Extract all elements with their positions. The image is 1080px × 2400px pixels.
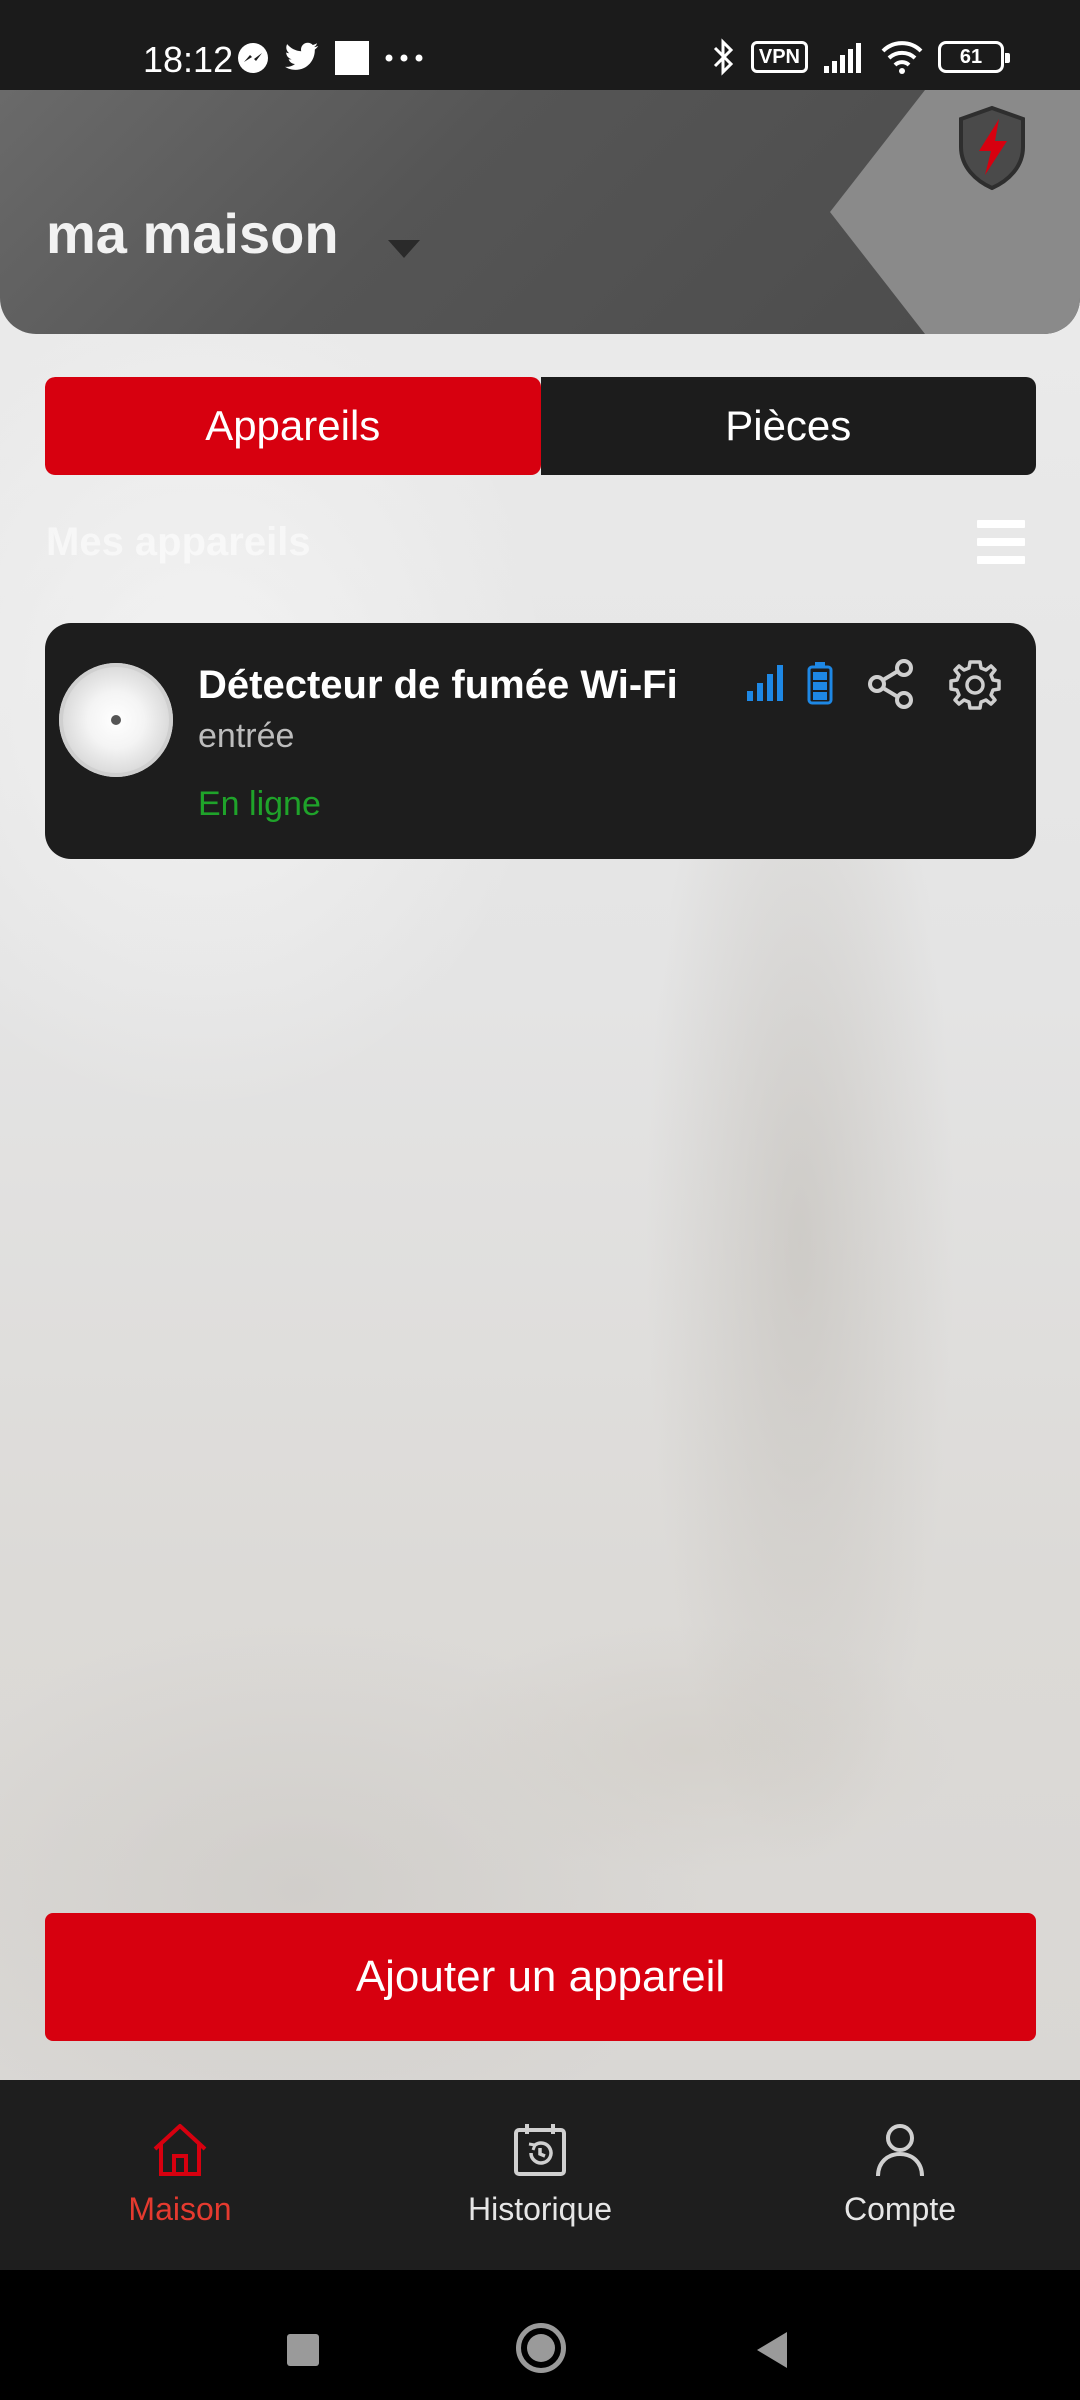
bluetooth-icon	[711, 38, 737, 76]
settings-gear-icon[interactable]	[948, 658, 1002, 717]
chevron-down-icon[interactable]	[388, 240, 420, 258]
history-calendar-icon	[511, 2122, 569, 2183]
bottom-navigation: Maison Historique Compte	[0, 2080, 1080, 2270]
nav-maison[interactable]: Maison	[0, 2080, 360, 2270]
messenger-icon	[236, 41, 270, 75]
home-icon	[151, 2122, 209, 2183]
status-time: 18:12	[143, 39, 234, 80]
tab-pieces[interactable]: Pièces	[540, 377, 1036, 475]
battery-icon: 61	[938, 41, 1010, 73]
more-dots-icon	[384, 53, 424, 63]
vpn-icon: VPN	[750, 41, 808, 73]
home-header: ma maison	[0, 90, 1080, 334]
nav-compte[interactable]: Compte	[720, 2080, 1080, 2270]
battery-level-icon	[807, 661, 833, 710]
notification-icons	[236, 40, 424, 76]
menu-bar	[977, 538, 1025, 546]
device-status: En ligne	[198, 785, 321, 823]
person-icon	[871, 2122, 929, 2183]
share-icon[interactable]	[867, 659, 915, 714]
menu-bar	[977, 520, 1025, 528]
device-room: entrée	[198, 717, 295, 755]
nav-label-maison: Maison	[128, 2191, 232, 2227]
cell-signal-icon	[822, 40, 866, 74]
list-menu-button[interactable]	[977, 520, 1025, 564]
signal-strength-icon	[745, 663, 785, 708]
wifi-icon	[880, 39, 924, 75]
system-status-icons: VPN 61	[711, 38, 1010, 76]
shield-lightning-icon	[955, 105, 1029, 196]
tab-appareils[interactable]: Appareils	[45, 377, 541, 475]
nav-label-compte: Compte	[843, 2191, 957, 2227]
section-title: Mes appareils	[46, 520, 311, 564]
square-notification-icon	[334, 40, 370, 76]
system-navigation-bar	[0, 2270, 1080, 2400]
recent-apps-icon[interactable]	[287, 2334, 319, 2366]
status-bar: 18:12 VPN 61	[0, 0, 1080, 90]
home-button-icon[interactable]	[516, 2323, 566, 2373]
twitter-icon	[284, 42, 320, 74]
nav-historique[interactable]: Historique	[360, 2080, 720, 2270]
device-name: Détecteur de fumée Wi-Fi	[198, 663, 678, 707]
home-selector-title[interactable]: ma maison	[46, 202, 339, 266]
smoke-detector-image	[59, 663, 173, 777]
device-card[interactable]: Détecteur de fumée Wi-Fi entrée En ligne	[45, 623, 1036, 859]
menu-bar	[977, 556, 1025, 564]
nav-label-historique: Historique	[467, 2191, 613, 2227]
back-icon[interactable]	[757, 2332, 787, 2368]
view-tabs: Appareils Pièces	[45, 377, 1036, 475]
add-device-button[interactable]: Ajouter un appareil	[45, 1913, 1036, 2041]
